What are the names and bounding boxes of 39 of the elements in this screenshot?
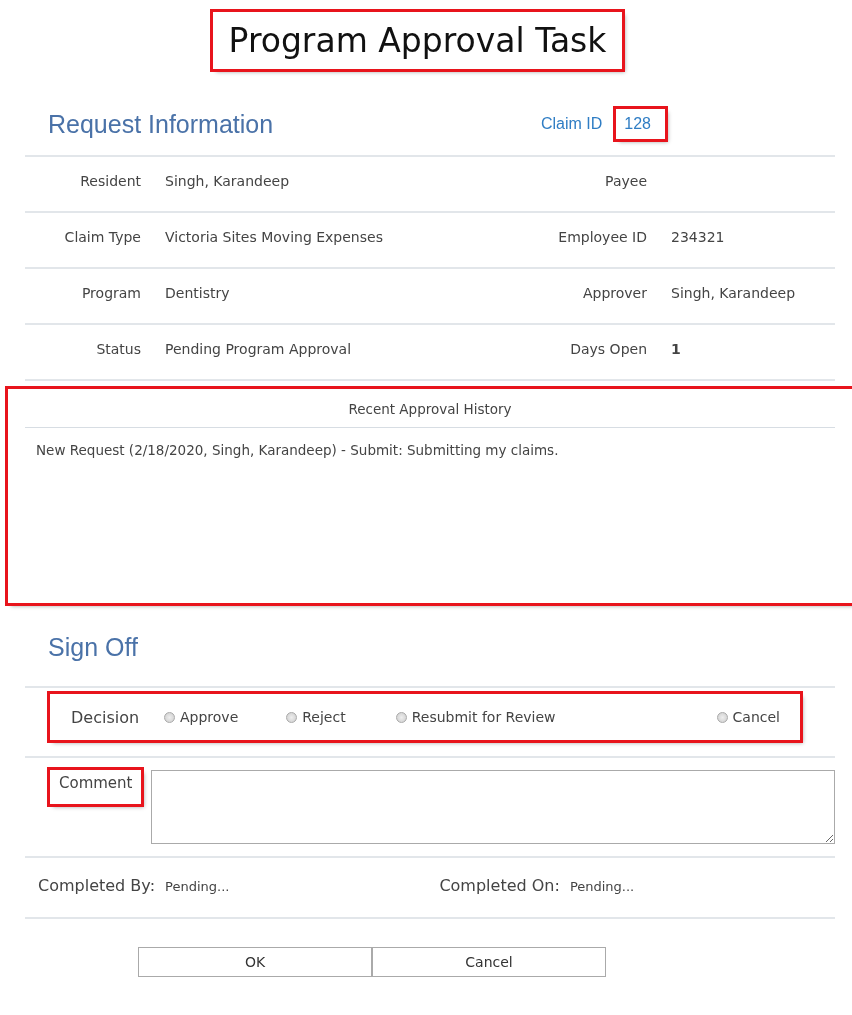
radio-button[interactable]	[164, 711, 175, 723]
action-button[interactable]: OK	[138, 947, 372, 977]
field-value: 1	[671, 341, 682, 357]
history-entry: New Request (2/18/2020, Singh, Karandeep) - Submit: Submitting my claims.	[35, 441, 560, 458]
comment-label: Comment	[50, 770, 141, 804]
field-label: Days Open	[569, 341, 647, 357]
decision-label: Decision	[71, 707, 141, 727]
radio-option[interactable]: Approve	[164, 709, 239, 725]
radio-option[interactable]: Cancel	[716, 709, 780, 725]
page-title: Program Approval Task	[212, 12, 623, 69]
radio-option[interactable]: Resubmit for Review	[395, 709, 556, 725]
section-heading: Request Information	[48, 109, 274, 139]
field-label: Program	[80, 285, 141, 301]
field-label: Employee ID	[557, 229, 647, 245]
field-label: Payee	[604, 173, 647, 189]
field-label: Status	[95, 341, 141, 357]
radio-button[interactable]	[395, 711, 407, 723]
field-value: Singh, Karandeep	[165, 173, 291, 189]
field-label: Approver	[581, 285, 647, 301]
completed-by-label: Completed By:	[38, 876, 156, 895]
field-value: Dentistry	[165, 285, 231, 301]
completed-on-label: Completed On:	[439, 876, 560, 895]
comment-field[interactable]	[150, 770, 835, 844]
radio-button[interactable]	[716, 711, 728, 723]
claim-id-value: 128	[616, 109, 665, 139]
field-value: Victoria Sites Moving Expenses	[165, 229, 384, 245]
radio-button[interactable]	[286, 711, 298, 723]
action-button[interactable]: Cancel	[372, 947, 606, 977]
claim-id-label: Claim ID	[540, 115, 603, 133]
radio-option[interactable]: Reject	[286, 709, 346, 725]
completed-by-value: Pending...	[165, 879, 230, 894]
section-heading: Sign Off	[48, 633, 139, 662]
completed-on-value: Pending...	[569, 879, 635, 894]
field-label: Resident	[79, 173, 141, 189]
field-value: Singh, Karandeep	[671, 285, 797, 301]
field-value: Pending Program Approval	[165, 341, 353, 357]
field-value: 234321	[671, 229, 726, 245]
history-title: Recent Approval History	[25, 391, 835, 428]
field-label: Claim Type	[63, 229, 141, 245]
